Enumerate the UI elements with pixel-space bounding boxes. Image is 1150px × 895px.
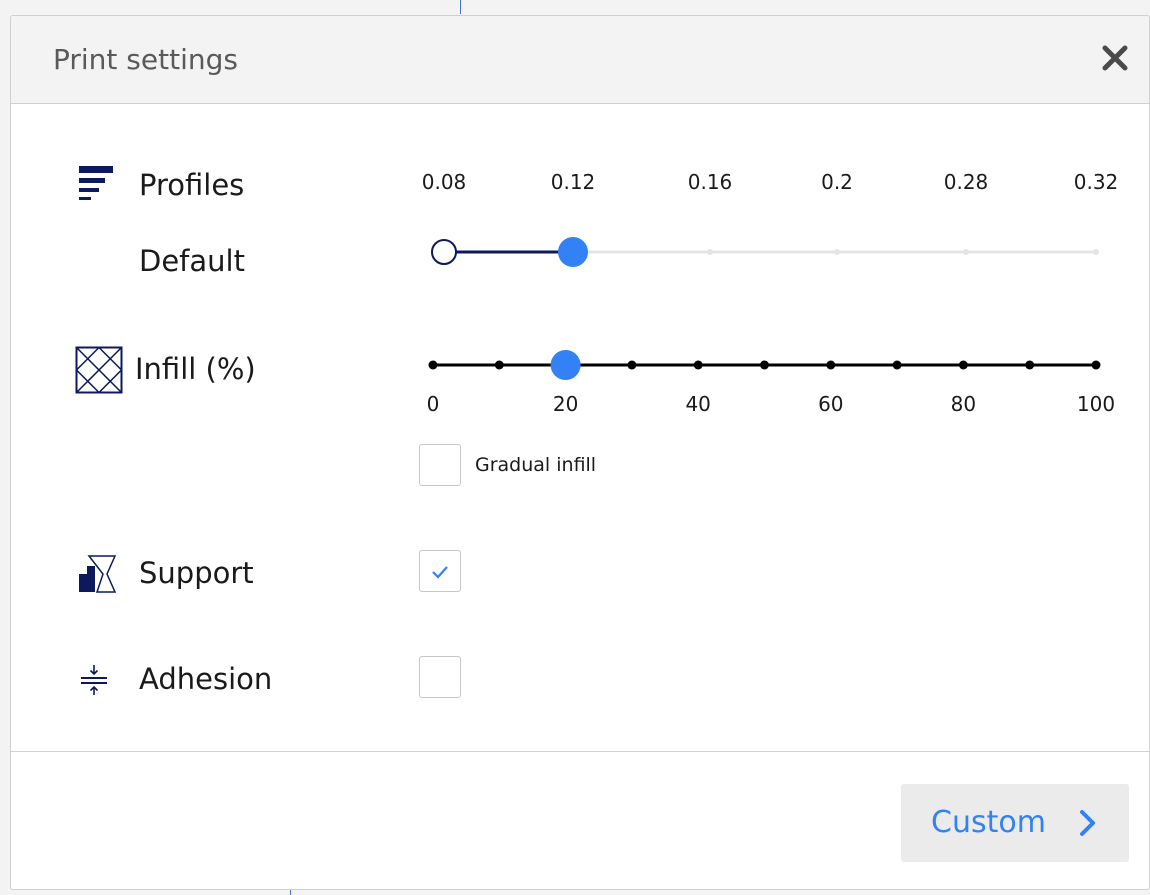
custom-settings-button[interactable]: Custom (901, 784, 1129, 862)
infill-tick-dot (826, 360, 836, 370)
infill-tick-dot (627, 360, 637, 370)
infill-tick-dot (693, 360, 703, 370)
adhesion-label: Adhesion (139, 662, 273, 696)
footer-divider (11, 751, 1149, 752)
infill-tick-dot (1091, 360, 1101, 370)
backdrop-line (460, 0, 461, 14)
infill-tick-dot (958, 360, 968, 370)
infill-tick-dot (494, 360, 504, 370)
infill-tick-label: 80 (950, 392, 977, 416)
infill-tick-dot (428, 360, 438, 370)
checkmark-icon (420, 551, 460, 591)
infill-tick-label: 0 (426, 392, 440, 416)
infill-tick-dot (760, 360, 769, 370)
infill-tick-dot (892, 360, 902, 370)
infill-tick-label: 60 (818, 392, 844, 416)
chevron-right-icon (1080, 810, 1095, 836)
infill-tick-dot (1025, 360, 1035, 370)
infill-slider-handle (550, 350, 581, 380)
support-icon (79, 555, 117, 593)
infill-tick-label: 40 (685, 392, 711, 416)
custom-button-label: Custom (931, 805, 1046, 840)
support-checkbox[interactable] (419, 550, 461, 592)
adhesion-icon (81, 665, 107, 695)
gradual-infill-checkbox[interactable] (419, 444, 461, 486)
infill-slider[interactable] (11, 16, 1150, 436)
infill-tick-label: 20 (552, 392, 579, 416)
infill-tick-label: 100 (1076, 392, 1116, 416)
adhesion-checkbox[interactable] (419, 656, 461, 698)
print-settings-panel: Print settings Profiles Default 0.08 0.12… (10, 15, 1150, 890)
support-label: Support (139, 556, 254, 590)
gradual-infill-label: Gradual infill (475, 454, 597, 476)
